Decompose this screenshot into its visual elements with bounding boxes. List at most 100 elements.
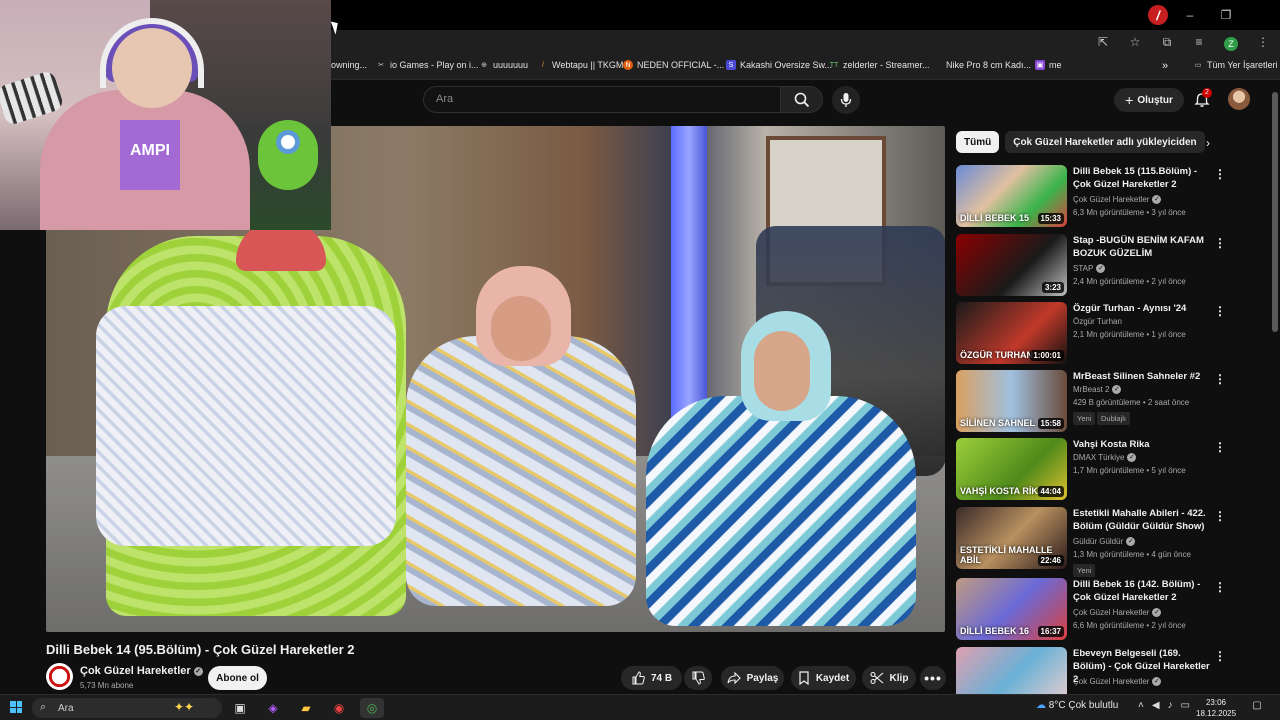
recommendation-title[interactable]: Dilli Bebek 15 (115.Bölüm) - Çok Güzel H…: [1073, 165, 1213, 191]
clip-button[interactable]: Klip: [862, 666, 916, 690]
minimize-icon[interactable]: –: [1172, 0, 1208, 30]
bookmark-label: Kakashi Oversize Sw...: [740, 60, 833, 70]
more-actions-button[interactable]: •••: [920, 666, 946, 690]
save-button[interactable]: Kaydet: [791, 666, 856, 690]
bookmark-item[interactable]: N NEDEN OFFICIAL -...: [623, 60, 724, 70]
bookmark-star-icon[interactable]: ☆: [1124, 32, 1146, 52]
subscribe-button[interactable]: Abone ol: [208, 666, 267, 690]
recommendation-item[interactable]: SİLİNEN SAHNEL 15:58 MrBeast Silinen Sah…: [956, 370, 1236, 432]
bookmarks-overflow-button[interactable]: »: [1162, 60, 1168, 72]
more-vertical-icon[interactable]: ⋮: [1214, 167, 1226, 181]
more-vertical-icon[interactable]: ⋮: [1214, 372, 1226, 386]
recommendation-channel[interactable]: STAP ✓: [1073, 264, 1106, 274]
recommendation-title[interactable]: MrBeast Silinen Sahneler #2: [1073, 370, 1213, 383]
monitor-icon[interactable]: ▭: [1181, 700, 1190, 711]
notification-center-icon[interactable]: ▢: [1250, 700, 1264, 714]
profile-button[interactable]: Z: [1220, 32, 1242, 52]
clock-time: 23:06: [1205, 698, 1227, 707]
video-thumbnail[interactable]: 3:23: [956, 234, 1067, 296]
chip-uploader[interactable]: Çok Güzel Hareketler adlı yükleyiciden: [1005, 131, 1205, 153]
microphone-icon[interactable]: ♪: [1168, 700, 1173, 711]
recommendation-item[interactable]: VAHŞİ KOSTA RİKA 44:04 Vahşi Kosta Rika …: [956, 438, 1236, 500]
recommendation-channel[interactable]: Çok Güzel Hareketler ✓: [1073, 677, 1162, 687]
bookmark-item[interactable]: TT zelderler - Streamer...: [829, 60, 930, 70]
channel-text: DMAX Türkiye: [1073, 453, 1125, 462]
recommendation-channel[interactable]: Özgür Turhan: [1073, 317, 1122, 326]
taskbar-search-input[interactable]: ⌕ Ara ✦✦: [32, 698, 222, 718]
chevron-right-icon[interactable]: ›: [1200, 134, 1216, 152]
video-thumbnail[interactable]: ESTETİKLİ MAHALLE ABİL 22:46: [956, 507, 1067, 569]
video-thumbnail[interactable]: VAHŞİ KOSTA RİKA 44:04: [956, 438, 1067, 500]
video-thumbnail[interactable]: DİLLİ BEBEK 15 15:33: [956, 165, 1067, 227]
verified-icon: ✓: [1126, 537, 1136, 547]
account-avatar[interactable]: [1228, 88, 1250, 110]
install-app-icon[interactable]: ⇱: [1092, 32, 1114, 52]
bookmark-item[interactable]: / Webtapu || TKGM: [538, 60, 623, 70]
like-button[interactable]: 74 B: [621, 666, 682, 690]
bookmark-item[interactable]: owning...: [331, 60, 367, 70]
video-thumbnail[interactable]: SİLİNEN SAHNEL 15:58: [956, 370, 1067, 432]
bookmark-label: Webtapu || TKGM: [552, 60, 624, 70]
recommendation-channel[interactable]: Güldür Güldür ✓: [1073, 537, 1136, 547]
bookmark-item[interactable]: ✂ io Games - Play on i...: [376, 60, 478, 70]
chrome-icon[interactable]: ◎: [360, 698, 384, 718]
recommendation-item[interactable]: ÖZGÜR TURHAN 1:00:01 Özgür Turhan - Aynı…: [956, 302, 1236, 364]
bookmark-item[interactable]: S Kakashi Oversize Sw...: [726, 60, 832, 70]
recommendation-item[interactable]: ESTETİKLİ MAHALLE ABİL 22:46 Estetikli M…: [956, 507, 1236, 577]
more-vertical-icon[interactable]: ⋮: [1214, 509, 1226, 523]
more-vertical-icon[interactable]: ⋮: [1214, 236, 1226, 250]
recommendation-channel[interactable]: Çok Güzel Hareketler ✓: [1073, 608, 1162, 618]
copilot-icon[interactable]: ◈: [261, 698, 285, 718]
share-button[interactable]: Paylaş: [721, 666, 784, 690]
channel-text: MrBeast 2: [1073, 385, 1110, 394]
recommendation-channel[interactable]: MrBeast 2 ✓: [1073, 385, 1122, 395]
more-vertical-icon[interactable]: ⋮: [1214, 304, 1226, 318]
chip-all[interactable]: Tümü: [956, 131, 1000, 153]
all-bookmarks-button[interactable]: ▭ Tüm Yer İşaretleri: [1193, 60, 1278, 70]
more-vertical-icon[interactable]: ⋮: [1214, 440, 1226, 454]
close-icon[interactable]: [1244, 0, 1280, 30]
dislike-button[interactable]: [684, 666, 712, 690]
more-vertical-icon[interactable]: ⋮: [1214, 580, 1226, 594]
video-thumbnail[interactable]: ÖZGÜR TURHAN 1:00:01: [956, 302, 1067, 364]
windows-start-icon[interactable]: [10, 701, 22, 713]
recommendation-item[interactable]: 3:23 Stap -BUGÜN BENİM KAFAM BOZUK GÜZEL…: [956, 234, 1236, 296]
recommendation-item[interactable]: DİLLİ BEBEK 15 15:33 Dilli Bebek 15 (115…: [956, 165, 1236, 227]
recommendation-title[interactable]: Dilli Bebek 16 (142. Bölüm) - Çok Güzel …: [1073, 578, 1213, 604]
video-thumbnail[interactable]: DİLLİ BEBEK 16 16:37: [956, 578, 1067, 640]
neden-icon: N: [623, 60, 633, 70]
recommendation-channel[interactable]: DMAX Türkiye ✓: [1073, 453, 1137, 463]
recommendation-title[interactable]: Özgür Turhan - Aynısı '24: [1073, 302, 1213, 315]
recommendation-title[interactable]: Estetikli Mahalle Abileri - 422. Bölüm (…: [1073, 507, 1213, 533]
file-explorer-icon[interactable]: ▰: [294, 698, 318, 718]
page-scrollbar[interactable]: [1272, 92, 1278, 332]
create-button[interactable]: + Oluştur: [1114, 88, 1184, 112]
recommendation-channel[interactable]: Çok Güzel Hareketler ✓: [1073, 195, 1162, 205]
bookmark-item[interactable]: Nike Pro 8 cm Kadı...: [946, 60, 1031, 70]
browser-logo-icon[interactable]: /: [1148, 5, 1168, 25]
save-label: Kaydet: [815, 672, 850, 684]
search-input[interactable]: Ara: [423, 86, 781, 113]
weather-widget[interactable]: ☁ 8°C Çok bulutlu: [1036, 700, 1118, 711]
task-view-icon[interactable]: ▣: [228, 698, 252, 718]
recommendation-item[interactable]: DİLLİ BEBEK 16 16:37 Dilli Bebek 16 (142…: [956, 578, 1236, 640]
channel-name[interactable]: Çok Güzel Hareketler ✓: [80, 665, 203, 677]
bookmark-label: uuuuuuu: [493, 60, 529, 70]
recommendation-title[interactable]: Vahşi Kosta Rika: [1073, 438, 1213, 451]
bookmark-item[interactable]: ⊕ uuuuuuu: [479, 60, 528, 70]
more-vertical-icon[interactable]: ⋮: [1214, 649, 1226, 663]
recommendation-title[interactable]: Stap -BUGÜN BENİM KAFAM BOZUK GÜZELİM: [1073, 234, 1213, 260]
taskbar-clock[interactable]: 23:06 18.12.2025: [1196, 697, 1236, 719]
channel-avatar[interactable]: [46, 663, 73, 690]
speaker-icon[interactable]: ◀: [1152, 700, 1160, 711]
search-button[interactable]: [780, 86, 823, 113]
bookmark-item[interactable]: ▣ me: [1035, 60, 1062, 70]
restore-icon[interactable]: ❐: [1208, 0, 1244, 30]
chevron-up-icon[interactable]: ˄: [1138, 700, 1144, 711]
extensions-icon[interactable]: ⧉: [1156, 32, 1178, 52]
windows-taskbar: ⌕ Ara ✦✦ ▣ ◈ ▰ ◉ ◎ ☁ 8°C Çok bulutlu ˄ ◀…: [0, 694, 1280, 720]
media-control-icon[interactable]: ≡: [1188, 32, 1210, 52]
voice-search-button[interactable]: [832, 86, 860, 114]
obs-icon[interactable]: ◉: [327, 698, 351, 718]
browser-menu-icon[interactable]: ⋮: [1252, 32, 1274, 52]
